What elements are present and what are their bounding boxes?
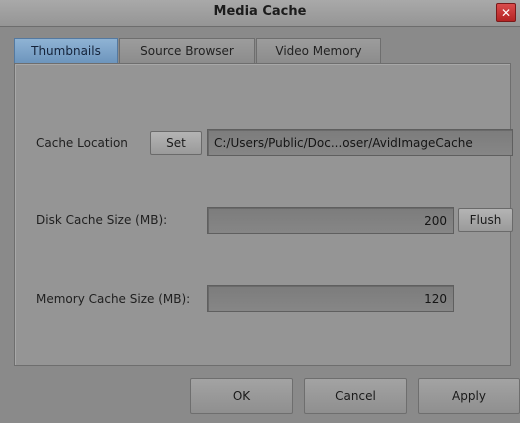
- disk-cache-size-field[interactable]: 200: [207, 207, 454, 234]
- tab-source-browser[interactable]: Source Browser: [119, 38, 255, 63]
- disk-cache-size-label: Disk Cache Size (MB):: [36, 213, 168, 227]
- ok-button[interactable]: OK: [190, 378, 293, 414]
- flush-button[interactable]: Flush: [458, 208, 513, 232]
- cache-location-label: Cache Location: [36, 136, 128, 150]
- tab-label: Video Memory: [275, 44, 362, 58]
- tab-video-memory[interactable]: Video Memory: [256, 38, 381, 63]
- close-button[interactable]: ✕: [496, 3, 516, 22]
- tab-label: Source Browser: [140, 44, 234, 58]
- memory-cache-size-field[interactable]: 120: [207, 285, 454, 312]
- cache-location-field[interactable]: C:/Users/Public/Doc...oser/AvidImageCach…: [207, 129, 513, 156]
- tab-thumbnails[interactable]: Thumbnails: [14, 38, 118, 63]
- cancel-button[interactable]: Cancel: [304, 378, 407, 414]
- close-icon: ✕: [500, 5, 512, 20]
- title-bar: Media Cache ✕: [0, 0, 520, 27]
- memory-cache-size-label: Memory Cache Size (MB):: [36, 292, 191, 306]
- window-title: Media Cache: [213, 4, 307, 19]
- tab-label: Thumbnails: [31, 44, 101, 58]
- set-button[interactable]: Set: [150, 131, 202, 155]
- apply-button[interactable]: Apply: [418, 378, 520, 414]
